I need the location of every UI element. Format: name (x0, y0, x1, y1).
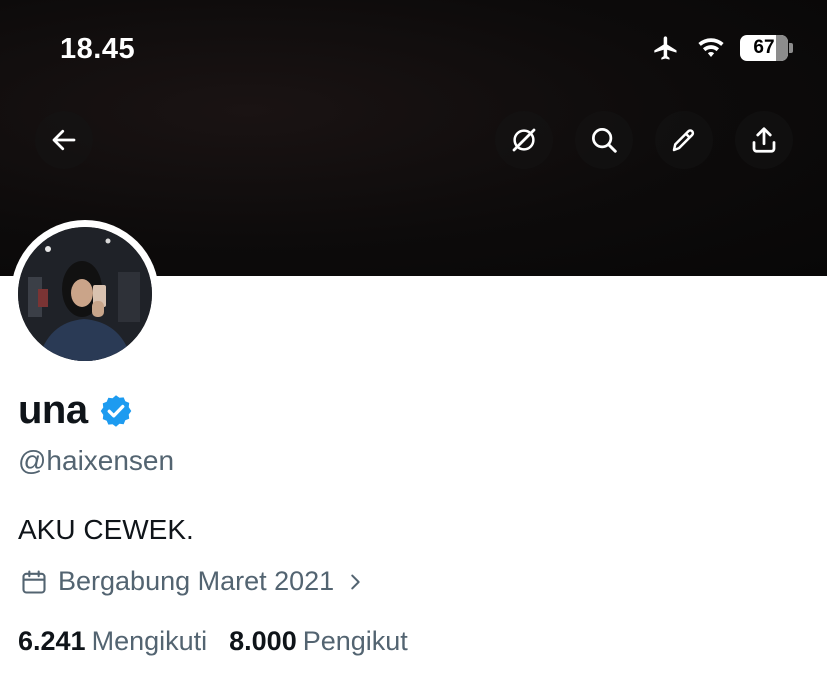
wifi-icon (698, 38, 724, 57)
grok-icon (512, 128, 536, 152)
status-icons: 67 (650, 34, 793, 62)
followers-link[interactable]: 8.000 Pengikut (229, 626, 408, 657)
avatar-illustration (18, 227, 152, 361)
followers-label: Pengikut (302, 626, 408, 656)
status-time: 18.45 (60, 33, 136, 65)
profile-stats: 6.241 Mengikuti 8.000 Pengikut (18, 626, 408, 657)
profile-name-row: una (18, 388, 134, 433)
joined-date-row[interactable]: Bergabung Maret 2021 (20, 566, 366, 597)
battery-level: 67 (753, 37, 775, 58)
search-icon (592, 128, 617, 153)
avatar[interactable] (11, 220, 159, 368)
following-label: Mengikuti (91, 626, 208, 656)
profile-bio: AKU CEWEK. (18, 514, 194, 545)
verified-badge-icon[interactable] (98, 393, 134, 429)
avatar-photo (18, 227, 152, 361)
joined-date-text: Bergabung Maret 2021 (58, 566, 335, 596)
search-button[interactable] (575, 111, 633, 169)
edit-icon (672, 129, 695, 152)
share-button[interactable] (735, 111, 793, 169)
chevron-right-icon (351, 574, 360, 589)
profile-name: una (18, 388, 88, 432)
following-link[interactable]: 6.241 Mengikuti (18, 626, 207, 657)
back-button[interactable] (35, 111, 93, 169)
grok-button[interactable] (495, 111, 553, 169)
airplane-icon (654, 36, 677, 60)
followers-count: 8.000 (229, 626, 297, 656)
following-count: 6.241 (18, 626, 86, 656)
share-icon (752, 127, 776, 153)
battery-indicator: 67 (740, 35, 788, 61)
edit-button[interactable] (655, 111, 713, 169)
profile-handle: @haixensen (18, 445, 175, 476)
back-arrow-icon (52, 129, 76, 151)
calendar-icon (22, 569, 46, 594)
